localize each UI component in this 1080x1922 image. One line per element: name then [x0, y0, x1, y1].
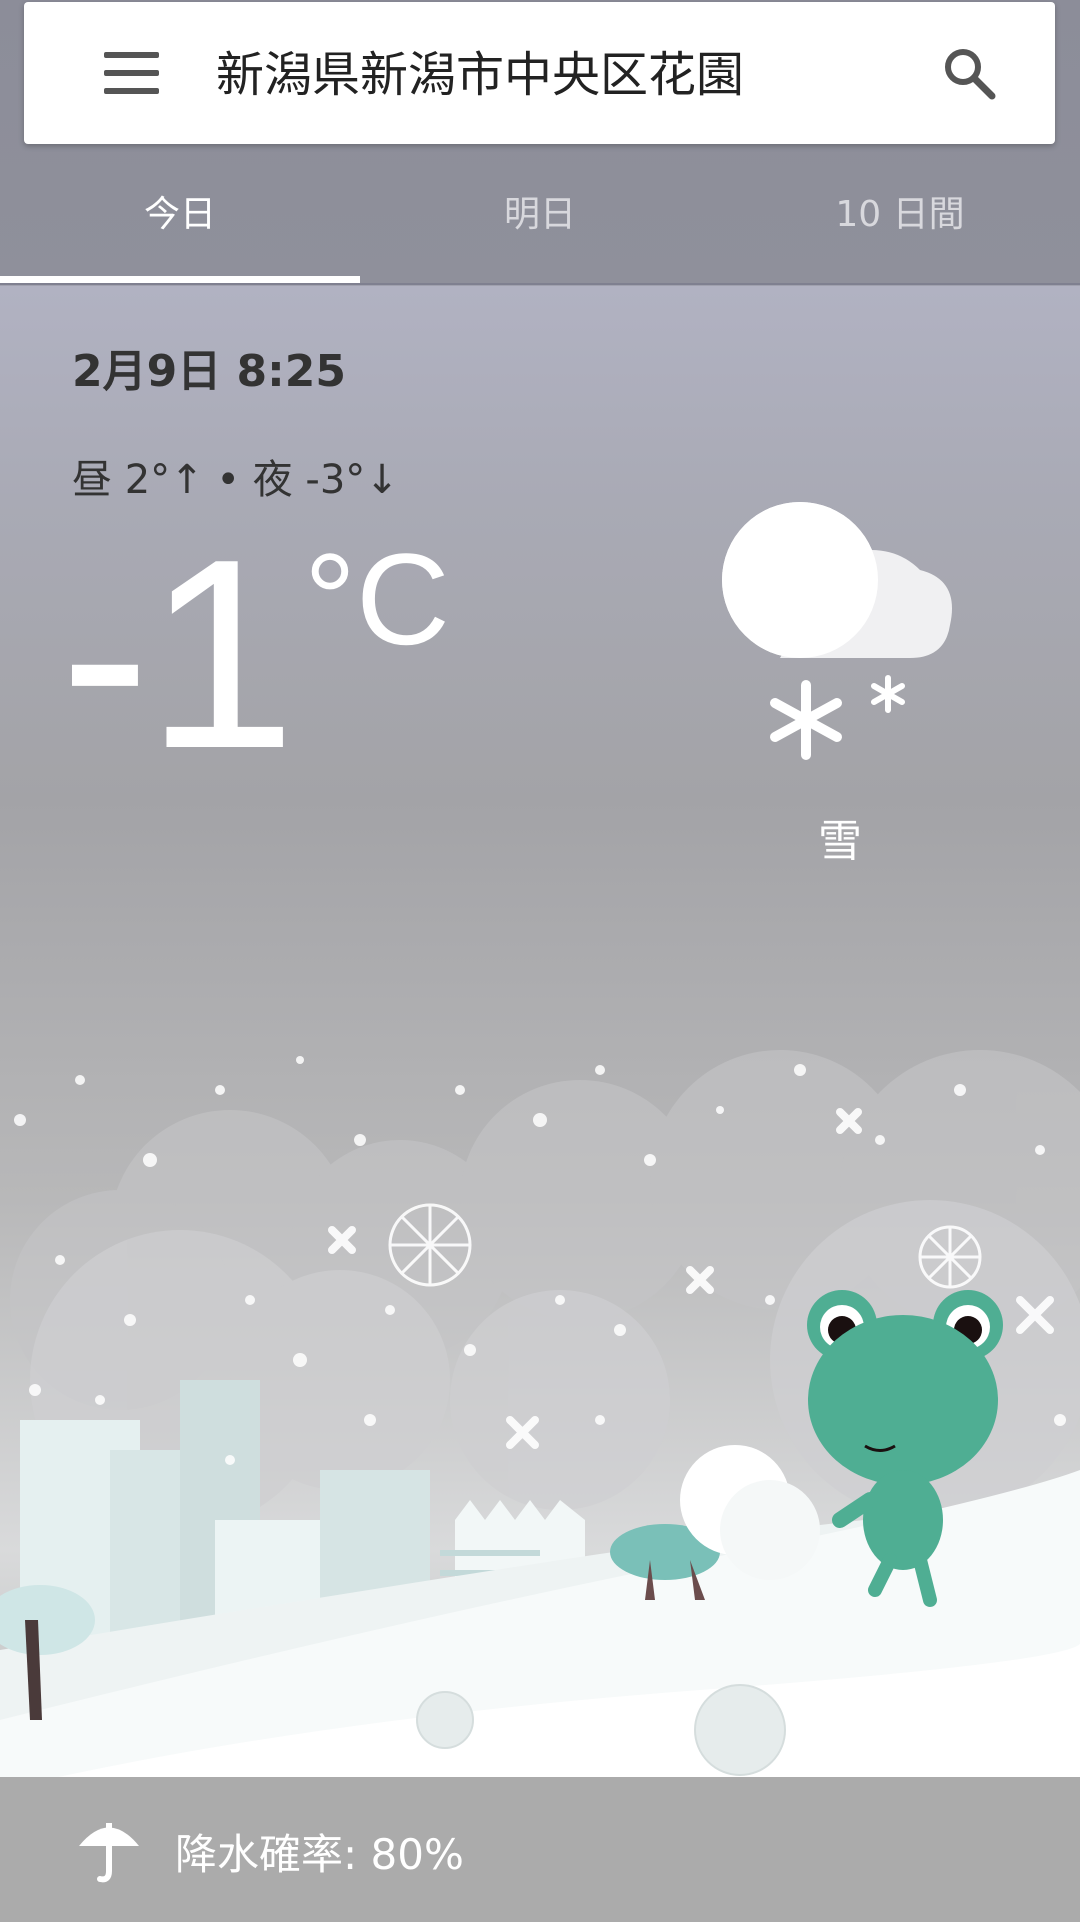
- search-icon[interactable]: [940, 44, 1000, 104]
- umbrella-icon: [79, 1823, 139, 1883]
- precipitation-bar: 降水確率: 80%: [0, 1777, 1080, 1922]
- location-label[interactable]: 新潟県新潟市中央区花園: [216, 40, 744, 110]
- forecast-tabs: 今日 明日 10 日間: [0, 180, 1080, 280]
- condition-label: 雪: [818, 816, 862, 867]
- menu-icon-bar: [104, 52, 159, 58]
- tab-divider: [0, 283, 1080, 285]
- search-bar[interactable]: 新潟県新潟市中央区花園: [24, 2, 1055, 144]
- tab-10-days[interactable]: 10 日間: [720, 180, 1080, 250]
- snow-icon: [722, 502, 952, 760]
- date-time: 2月9日 8:25: [72, 346, 346, 397]
- tab-indicator: [0, 276, 360, 283]
- day-night-temperatures: 昼 2°↑ • 夜 -3°↓: [72, 457, 399, 503]
- menu-icon[interactable]: [104, 52, 159, 94]
- menu-icon-bar: [104, 88, 159, 94]
- temperature-unit: °C: [304, 526, 450, 672]
- precipitation-probability: 降水確率: 80%: [175, 1830, 464, 1879]
- tab-tomorrow[interactable]: 明日: [360, 180, 720, 250]
- menu-icon-bar: [104, 70, 159, 76]
- tab-today[interactable]: 今日: [0, 180, 360, 250]
- current-temperature: -1: [60, 504, 296, 805]
